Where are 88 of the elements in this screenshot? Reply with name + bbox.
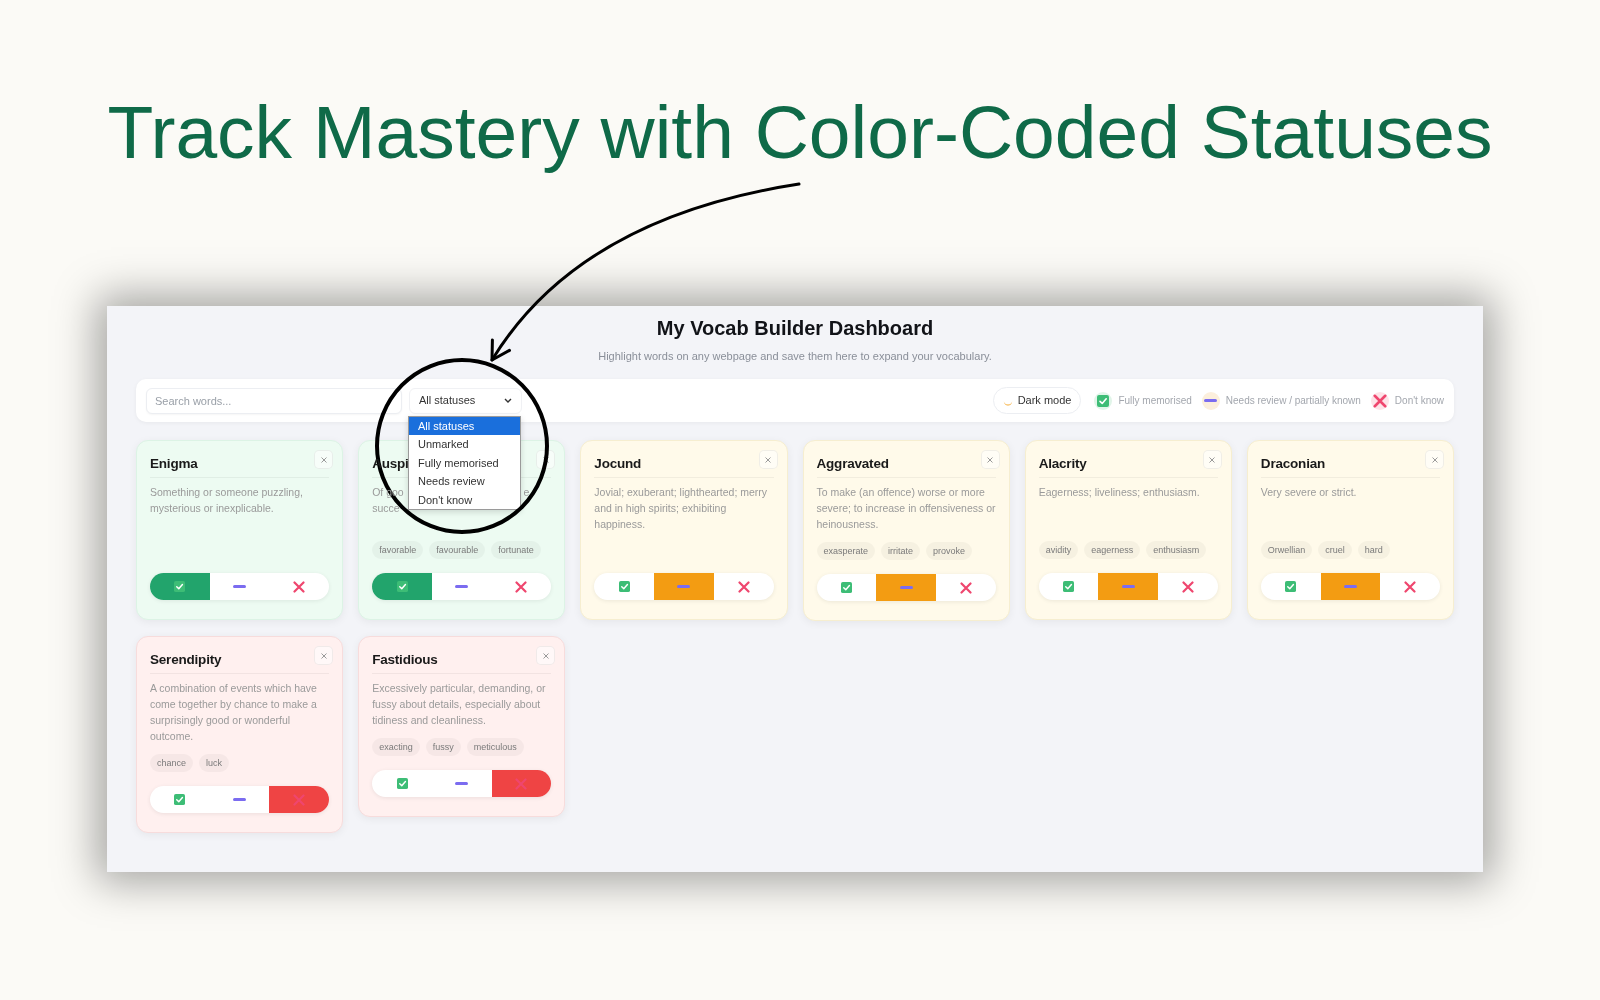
x-icon [737,580,750,593]
synonym-tag: chance [150,754,194,772]
minus-icon [233,585,247,588]
check-icon [618,581,630,592]
minus-icon [233,798,247,801]
x-icon [293,793,306,806]
definition-text: Jovial; exuberant; lighthearted; merry and in high spirits; exhibiting happiness. [594,485,769,532]
mark-review-button[interactable] [654,573,714,600]
legend-label: Don't know [1394,394,1444,408]
definition-text: Very severe or strict. [1260,485,1358,500]
synonym-tag: enthusiasm [1146,541,1207,559]
check-icon [396,581,408,592]
word-title: Aggravated [816,455,889,473]
check-icon [174,581,186,592]
synonym-tag: provoke [926,542,973,560]
definition-text: Excessively particular, demanding, or fussy about details, especially about tidiness and cleanliness. [372,681,547,728]
word-title: Enigma [150,455,198,473]
synonym-tag: fortunate [491,541,541,559]
synonym-tag: luck [199,754,230,772]
definition-text: e [523,485,530,500]
close-icon [1431,456,1438,463]
check-icon [1063,581,1074,592]
close-icon [542,652,549,659]
synonym-tag: hard [1357,541,1390,559]
x-icon [1404,580,1417,593]
synonym-tag: fussy [425,738,461,756]
x-icon [1181,580,1194,593]
dark-mode-toggle[interactable]: Dark mode [992,387,1082,414]
chevron-down-icon [504,398,512,403]
word-title: Alacrity [1038,455,1087,473]
mark-unknown-button[interactable] [269,786,330,813]
dropdown-option[interactable]: Unmarked [409,435,520,454]
x-icon [293,580,306,593]
check-icon [840,582,852,593]
synonym-tag: irritate [881,542,921,560]
minus-icon [677,585,691,588]
synonym-tag: eagerness [1084,541,1141,559]
legend-label: Fully memorised [1118,394,1192,408]
synonym-tag: exasperate [816,542,876,560]
close-icon [765,456,771,463]
word-title: Serendipity [150,651,222,669]
status-filter[interactable]: All statuses [409,387,522,414]
minus-icon [455,782,469,785]
synonym-tag: meticulous [466,738,524,756]
dropdown-option[interactable]: Needs review [409,472,520,491]
definition-text: Something or someone puzzling, mysterious or inexplicable. [150,485,304,516]
x-icon [959,581,972,594]
mark-memorised-button[interactable] [150,573,210,600]
dropdown-option[interactable]: All statuses [409,416,520,436]
definition-text: To make (an offence) worse or more severe; to increase in offensiveness or heinousness. [816,485,996,532]
dashboard-title: My Vocab Builder Dashboard [656,316,934,340]
definition-text: Eagerness; liveliness; enthusiasm. [1038,485,1201,500]
close-icon [1209,456,1216,463]
synonym-tag: avidity [1038,541,1079,559]
close-button[interactable] [536,450,556,469]
word-title: Draconian [1260,455,1326,473]
definition-text: A combination of events which have come together by chance to make a surprisingly good or wonderful outcome. [150,681,318,744]
mark-review-button[interactable] [876,574,936,601]
mark-review-button[interactable] [1098,573,1159,600]
check-icon [1285,581,1297,592]
word-title: Fastidious [372,651,438,669]
check-icon [174,794,186,805]
minus-icon [1201,391,1220,410]
dashboard-subtitle: Highlight words on any webpage and save them here to expand your vocabulary. [598,349,992,363]
mark-review-button[interactable] [1320,573,1381,600]
check-icon [396,778,408,789]
minus-icon [1121,585,1135,588]
synonym-tag: cruel [1318,541,1352,559]
x-icon [515,580,528,593]
x-icon [515,777,528,790]
x-icon [1370,391,1389,410]
minus-icon [1343,585,1357,588]
close-icon [320,456,327,463]
legend-label: Needs review / partially known [1225,394,1361,408]
word-title: Jocund [594,455,642,473]
synonym-tag: favorable [372,541,424,559]
definition-text: succe [372,501,400,516]
synonym-tag: Orwellian [1260,541,1313,559]
close-icon [320,652,327,659]
check-icon [1094,391,1113,410]
close-icon [987,456,994,463]
minus-icon [455,585,469,588]
search-field[interactable]: Search words... [146,387,402,414]
minus-icon [899,586,913,589]
synonym-tag: exacting [372,738,420,756]
synonym-tag: favourable [429,541,486,559]
mark-unknown-button[interactable] [491,770,552,797]
mark-memorised-button[interactable] [372,573,432,600]
